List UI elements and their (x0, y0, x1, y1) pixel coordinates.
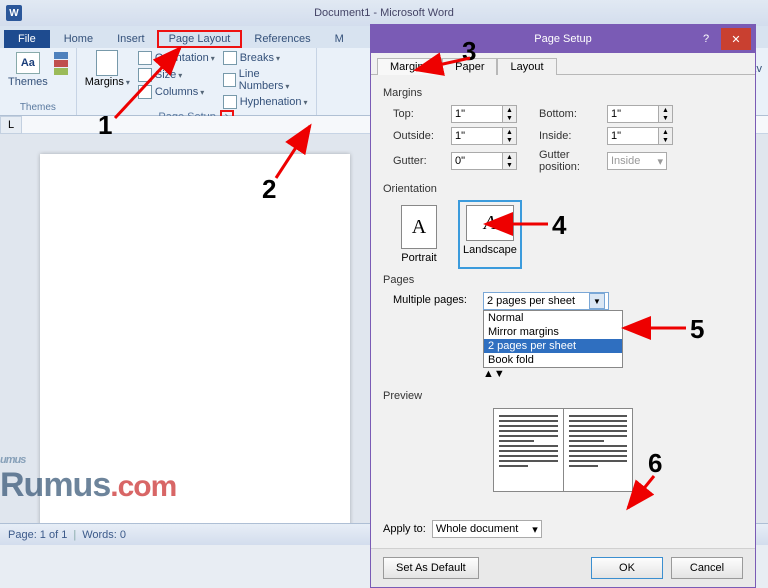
margins-section-label: Margins (383, 87, 743, 99)
label-inside: Inside: (539, 130, 599, 142)
tab-references[interactable]: References (242, 30, 322, 48)
cancel-button[interactable]: Cancel (671, 557, 743, 579)
margins-button[interactable]: Margins (85, 50, 130, 110)
size-label: Size (155, 69, 182, 81)
dialog-title: Page Setup (534, 33, 592, 45)
tab-home[interactable]: Home (52, 30, 105, 48)
pages-section-label: Pages (383, 274, 743, 286)
input-inside[interactable]: ▲▼ (607, 127, 707, 145)
status-words[interactable]: Words: 0 (82, 529, 126, 541)
tab-file[interactable]: File (4, 30, 50, 48)
landscape-icon: A (466, 205, 514, 241)
columns-icon (138, 85, 152, 99)
orientation-button[interactable]: Orientation (138, 50, 215, 66)
chevron-down-icon: ▼ (589, 293, 605, 309)
label-outside: Outside: (393, 130, 443, 142)
dialog-close-button[interactable]: ✕ (721, 28, 751, 50)
word-icon: W (6, 5, 22, 21)
size-icon (138, 68, 152, 82)
hyphenation-label: Hyphenation (240, 96, 308, 108)
option-normal[interactable]: Normal (484, 311, 622, 325)
dialog-tab-margins[interactable]: Margins (377, 58, 442, 75)
size-button[interactable]: Size (138, 67, 215, 83)
margins-label: Margins (85, 76, 130, 88)
dropdown-scrollbar[interactable]: ▲▼ (483, 368, 609, 380)
ok-button[interactable]: OK (591, 557, 663, 579)
dialog-tabs: Margins Paper Layout (371, 53, 755, 75)
breaks-label: Breaks (240, 52, 280, 64)
label-bottom: Bottom: (539, 108, 599, 120)
preview-label: Preview (383, 390, 743, 402)
status-page[interactable]: Page: 1 of 1 (8, 529, 67, 541)
breaks-button[interactable]: Breaks (223, 50, 308, 66)
label-gutter-position: Gutter position: (539, 149, 599, 173)
line-numbers-label: Line Numbers (239, 68, 308, 92)
breaks-icon (223, 51, 237, 65)
input-bottom[interactable]: ▲▼ (607, 105, 707, 123)
portrait-icon: A (401, 205, 437, 249)
dialog-tab-paper[interactable]: Paper (442, 58, 497, 75)
orientation-landscape[interactable]: A Landscape (459, 201, 521, 268)
orientation-icon (138, 51, 152, 65)
multiple-pages-dropdown: Normal Mirror margins 2 pages per sheet … (483, 310, 623, 368)
window-title: Document1 - Microsoft Word (314, 7, 454, 19)
group-page-setup: Margins Orientation Size Columns Breaks … (77, 48, 317, 115)
label-top: Top: (393, 108, 443, 120)
set-as-default-button[interactable]: Set As Default (383, 557, 479, 579)
option-mirror-margins[interactable]: Mirror margins (484, 325, 622, 339)
input-top[interactable]: ▲▼ (451, 105, 531, 123)
label-apply-to: Apply to: (383, 523, 426, 535)
page-setup-dialog: Page Setup ? ✕ Margins Paper Layout Marg… (370, 24, 756, 588)
hyphenation-button[interactable]: Hyphenation (223, 94, 308, 110)
label-gutter: Gutter: (393, 155, 443, 167)
line-numbers-button[interactable]: Line Numbers (223, 67, 308, 93)
tab-m[interactable]: M (323, 30, 356, 48)
dialog-title-bar[interactable]: Page Setup ? ✕ (371, 25, 755, 53)
themes-icon: Aa (16, 52, 40, 74)
preview-graphic (493, 408, 633, 492)
orientation-section-label: Orientation (383, 183, 743, 195)
option-2-pages-per-sheet[interactable]: 2 pages per sheet (484, 339, 622, 353)
option-book-fold[interactable]: Book fold (484, 353, 622, 367)
portrait-label: Portrait (401, 252, 436, 264)
input-gutter[interactable]: ▲▼ (451, 152, 531, 170)
columns-button[interactable]: Columns (138, 84, 215, 100)
line-numbers-icon (223, 73, 236, 87)
themes-button[interactable]: Aa Themes (8, 52, 48, 88)
label-multiple-pages: Multiple pages: (393, 292, 473, 306)
group-themes: Aa Themes Themes (0, 48, 77, 115)
select-apply-to[interactable]: Whole document▾ (432, 520, 542, 538)
theme-colors-icon[interactable] (54, 52, 68, 59)
select-gutter-position: Inside▾ (607, 152, 667, 170)
margins-icon (96, 50, 118, 76)
tab-page-layout[interactable]: Page Layout (157, 30, 243, 48)
ruler-corner[interactable]: L (0, 116, 22, 134)
tab-insert[interactable]: Insert (105, 30, 157, 48)
title-bar: W Document1 - Microsoft Word (0, 0, 768, 26)
landscape-label: Landscape (463, 244, 517, 256)
select-multiple-pages[interactable]: 2 pages per sheet▼ Normal Mirror margins… (483, 292, 609, 380)
orientation-label: Orientation (155, 52, 215, 64)
themes-label: Themes (8, 76, 48, 88)
theme-effects-icon[interactable] (54, 68, 68, 75)
hyphenation-icon (223, 95, 237, 109)
dialog-help-button[interactable]: ? (695, 29, 717, 49)
input-outside[interactable]: ▲▼ (451, 127, 531, 145)
theme-fonts-icon[interactable] (54, 60, 68, 67)
watermark: umus Rumus.com (0, 454, 176, 505)
orientation-portrait[interactable]: A Portrait (397, 201, 441, 268)
multiple-pages-value: 2 pages per sheet (487, 295, 575, 307)
group-label-themes: Themes (8, 102, 68, 113)
columns-label: Columns (155, 86, 204, 98)
dialog-tab-layout[interactable]: Layout (497, 58, 556, 75)
